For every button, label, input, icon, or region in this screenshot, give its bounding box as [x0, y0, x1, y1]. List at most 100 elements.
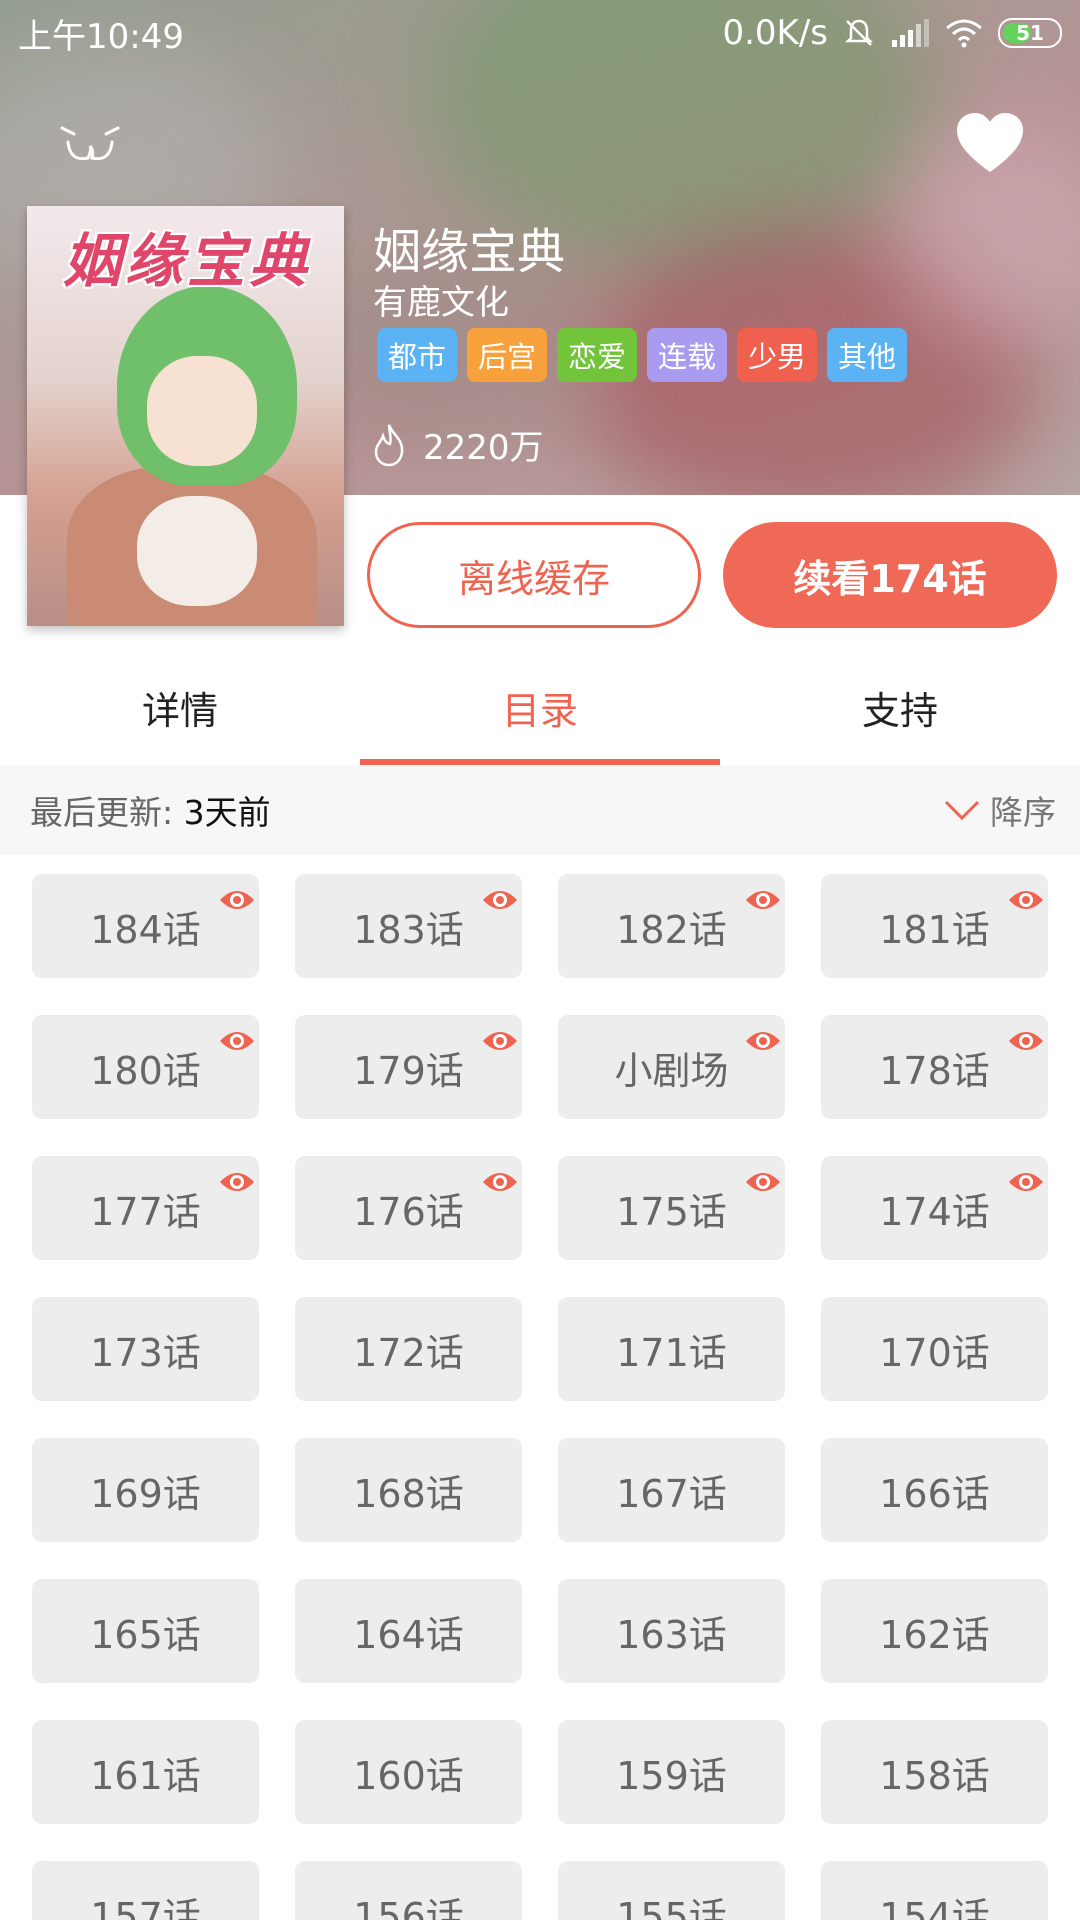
chapter-item[interactable]: 182话 — [558, 874, 785, 978]
comic-title: 姻缘宝典 — [373, 224, 566, 280]
chapter-item[interactable]: 174话 — [821, 1156, 1048, 1260]
battery-icon: 51 — [998, 18, 1062, 48]
chapter-label: 159话 — [616, 1753, 727, 1798]
comic-author: 有鹿文化 — [373, 283, 509, 323]
chapter-item[interactable]: 167话 — [558, 1438, 785, 1542]
chapter-label: 177话 — [90, 1189, 201, 1234]
chapter-label: 156话 — [353, 1894, 464, 1920]
status-bar: 上午10:49 0.0K/s 51 — [0, 0, 1080, 66]
chapter-item[interactable]: 162话 — [821, 1579, 1048, 1683]
chapter-item[interactable]: 178话 — [821, 1015, 1048, 1119]
popularity-count: 2220万 — [373, 420, 544, 469]
read-eye-icon — [481, 879, 519, 909]
chapter-item[interactable]: 166话 — [821, 1438, 1048, 1542]
chapter-label: 173话 — [90, 1330, 201, 1375]
chapter-item[interactable]: 155话 — [558, 1861, 785, 1920]
read-eye-icon — [1007, 1161, 1045, 1191]
read-eye-icon — [218, 1161, 256, 1191]
chapter-label: 165话 — [90, 1612, 201, 1657]
cover-title-logo: 姻缘宝典 — [62, 227, 311, 295]
chapter-label: 180话 — [90, 1048, 201, 1093]
chapter-label: 178话 — [879, 1048, 990, 1093]
chapter-item[interactable]: 171话 — [558, 1297, 785, 1401]
read-eye-icon — [1007, 1020, 1045, 1050]
chapter-label: 179话 — [353, 1048, 464, 1093]
chapter-label: 168话 — [353, 1471, 464, 1516]
chapter-label: 164话 — [353, 1612, 464, 1657]
chapter-label: 158话 — [879, 1753, 990, 1798]
chapter-item[interactable]: 157话 — [32, 1861, 259, 1920]
chapter-item[interactable]: 小剧场 — [558, 1015, 785, 1119]
chevron-down-icon — [944, 800, 980, 821]
offline-cache-button[interactable]: 离线缓存 — [367, 522, 701, 628]
status-time: 上午10:49 — [18, 16, 184, 57]
chapter-label: 176话 — [353, 1189, 464, 1234]
read-eye-icon — [744, 879, 782, 909]
chapter-item[interactable]: 154话 — [821, 1861, 1048, 1920]
read-eye-icon — [218, 1020, 256, 1050]
chapter-label: 172话 — [353, 1330, 464, 1375]
read-eye-icon — [481, 1161, 519, 1191]
last-update-value: 3天前 — [183, 793, 271, 832]
chapter-label: 182话 — [616, 907, 727, 952]
chapter-label: 166话 — [879, 1471, 990, 1516]
chapter-item[interactable]: 158话 — [821, 1720, 1048, 1824]
flame-icon — [374, 423, 404, 466]
chapter-label: 170话 — [879, 1330, 990, 1375]
tab-details[interactable]: 详情 — [0, 650, 360, 765]
read-eye-icon — [744, 1161, 782, 1191]
chapter-label: 175话 — [616, 1189, 727, 1234]
chapter-item[interactable]: 176话 — [295, 1156, 522, 1260]
chapter-label: 169话 — [90, 1471, 201, 1516]
chapter-item[interactable]: 161话 — [32, 1720, 259, 1824]
tag-3[interactable]: 连载 — [647, 328, 727, 382]
sort-order-toggle[interactable]: 降序 — [944, 786, 1056, 834]
tag-2[interactable]: 恋爱 — [557, 328, 637, 382]
comic-cover-image: 姻缘宝典 — [27, 206, 344, 626]
chapter-item[interactable]: 164话 — [295, 1579, 522, 1683]
chapter-item[interactable]: 180话 — [32, 1015, 259, 1119]
popularity-value: 2220万 — [423, 428, 544, 468]
chapter-item[interactable]: 177话 — [32, 1156, 259, 1260]
chapter-item[interactable]: 169话 — [32, 1438, 259, 1542]
chapter-label: 171话 — [616, 1330, 727, 1375]
chapter-item[interactable]: 170话 — [821, 1297, 1048, 1401]
chapter-item[interactable]: 175话 — [558, 1156, 785, 1260]
chapter-item[interactable]: 163话 — [558, 1579, 785, 1683]
chapter-item[interactable]: 165话 — [32, 1579, 259, 1683]
chapter-label: 154话 — [879, 1894, 990, 1920]
tab-catalog[interactable]: 目录 — [360, 650, 720, 765]
chapter-item[interactable]: 184话 — [32, 874, 259, 978]
chapter-label: 160话 — [353, 1753, 464, 1798]
read-eye-icon — [481, 1020, 519, 1050]
chapter-label: 162话 — [879, 1612, 990, 1657]
wifi-icon — [946, 19, 982, 48]
chapter-label: 184话 — [90, 907, 201, 952]
chapter-item[interactable]: 172话 — [295, 1297, 522, 1401]
favorite-heart-icon[interactable] — [955, 112, 1025, 174]
tag-1[interactable]: 后宫 — [467, 328, 547, 382]
tab-support[interactable]: 支持 — [720, 650, 1080, 765]
chapter-item[interactable]: 173话 — [32, 1297, 259, 1401]
signal-icon — [892, 19, 929, 47]
chapter-item[interactable]: 183话 — [295, 874, 522, 978]
tag-4[interactable]: 少男 — [737, 328, 817, 382]
app-logo-icon[interactable] — [58, 120, 122, 170]
chapter-label: 163话 — [616, 1612, 727, 1657]
read-eye-icon — [1007, 879, 1045, 909]
chapter-label: 157话 — [90, 1894, 201, 1920]
chapter-item[interactable]: 181话 — [821, 874, 1048, 978]
continue-reading-button[interactable]: 续看174话 — [723, 522, 1057, 628]
tag-0[interactable]: 都市 — [377, 328, 457, 382]
chapter-item[interactable]: 156话 — [295, 1861, 522, 1920]
chapter-item[interactable]: 168话 — [295, 1438, 522, 1542]
chapter-list: 184话 183话 182话 181话 180话 179话 小剧场 178话 177话 176话 1… — [14, 855, 1066, 1920]
chapter-item[interactable]: 159话 — [558, 1720, 785, 1824]
chapter-item[interactable]: 179话 — [295, 1015, 522, 1119]
chapter-label: 181话 — [879, 907, 990, 952]
chapter-label: 161话 — [90, 1753, 201, 1798]
chapter-label: 167话 — [616, 1471, 727, 1516]
tag-5[interactable]: 其他 — [827, 328, 907, 382]
chapter-item[interactable]: 160话 — [295, 1720, 522, 1824]
tab-bar: 详情 目录 支持 — [0, 650, 1080, 765]
